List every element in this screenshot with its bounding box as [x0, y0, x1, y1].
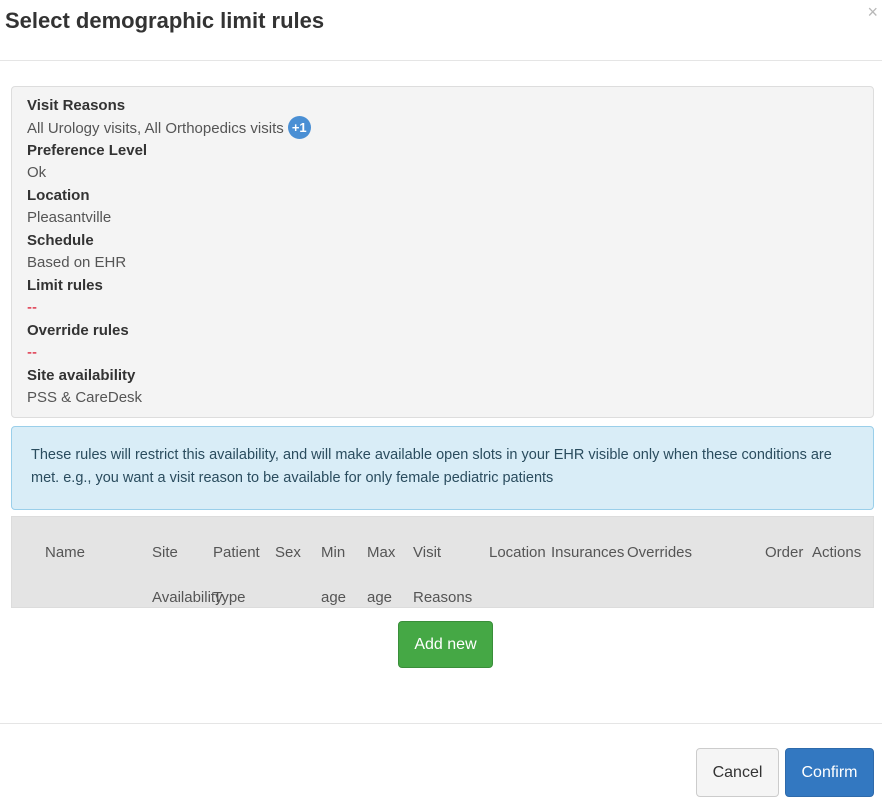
- column-min-age-line1: Min: [321, 544, 346, 561]
- limit-rules-value: --: [27, 299, 37, 316]
- column-visit-reasons-line2: Reasons: [413, 589, 473, 606]
- modal-footer: [0, 723, 882, 724]
- column-location: Location: [489, 544, 546, 561]
- visit-reasons-text: All Urology visits, All Orthopedics visi…: [27, 119, 284, 137]
- limit-rules-label: Limit rules: [27, 277, 103, 294]
- rules-table-header: Name Site Availability Patient Type Sex …: [11, 516, 874, 608]
- column-name: Name: [45, 544, 86, 561]
- column-overrides: Overrides: [627, 544, 693, 561]
- site-availability-value: PSS & CareDesk: [27, 389, 143, 406]
- column-min-age: Min age: [321, 530, 346, 620]
- column-site-availability: Site Availability: [152, 530, 223, 620]
- availability-summary: Visit Reasons All Urology visits, All Or…: [11, 86, 874, 418]
- column-max-age: Max age: [367, 530, 395, 620]
- info-alert-text: These rules will restrict this availabil…: [31, 447, 832, 486]
- preference-level-value: Ok: [27, 164, 47, 181]
- modal-header: Select demographic limit rules ×: [0, 0, 882, 61]
- column-sex: Sex: [275, 544, 301, 561]
- location-label: Location: [27, 187, 90, 204]
- column-max-age-line2: age: [367, 589, 393, 606]
- column-insurances: Insurances: [551, 544, 625, 561]
- column-site-availability-line2: Availability: [152, 589, 223, 606]
- location-value: Pleasantville: [27, 209, 112, 226]
- more-visit-reasons-badge[interactable]: +1: [287, 116, 311, 139]
- column-patient-type: Patient Type: [213, 530, 260, 620]
- schedule-value: Based on EHR: [27, 254, 127, 271]
- column-max-age-line1: Max: [367, 544, 396, 561]
- column-min-age-line2: age: [321, 589, 347, 606]
- visit-reasons-value: All Urology visits, All Orthopedics visi…: [27, 116, 311, 139]
- close-icon[interactable]: ×: [867, 2, 878, 22]
- column-order: Order: [765, 544, 804, 561]
- cancel-button[interactable]: Cancel: [696, 748, 779, 797]
- column-site-availability-line1: Site: [152, 544, 178, 561]
- visit-reasons-label: Visit Reasons: [27, 97, 126, 114]
- column-patient-type-line1: Patient: [213, 544, 260, 561]
- site-availability-label: Site availability: [27, 367, 136, 384]
- column-visit-reasons: Visit Reasons: [413, 530, 472, 620]
- column-actions: Actions: [812, 544, 862, 561]
- schedule-label: Schedule: [27, 232, 94, 249]
- override-rules-label: Override rules: [27, 322, 129, 339]
- add-new-button[interactable]: Add new: [398, 621, 493, 668]
- column-patient-type-line2: Type: [213, 589, 246, 606]
- override-rules-value: --: [27, 344, 37, 361]
- confirm-button[interactable]: Confirm: [785, 748, 874, 797]
- column-visit-reasons-line1: Visit: [413, 544, 442, 561]
- preference-level-label: Preference Level: [27, 142, 148, 159]
- modal-title: Select demographic limit rules: [5, 8, 325, 33]
- info-alert: These rules will restrict this availabil…: [11, 426, 874, 510]
